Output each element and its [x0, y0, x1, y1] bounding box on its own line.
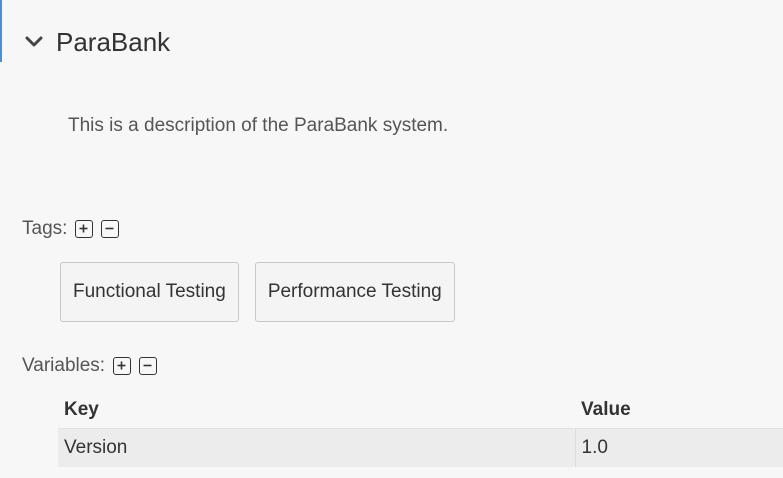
project-panel: ParaBank This is a description of the Pa…	[0, 0, 783, 478]
tag-list: Functional Testing Performance Testing	[60, 262, 455, 322]
minus-icon	[143, 364, 152, 367]
add-tag-button[interactable]	[75, 220, 94, 238]
project-header[interactable]: ParaBank	[24, 22, 170, 62]
column-header-key: Key	[58, 392, 575, 429]
remove-variable-button[interactable]	[139, 357, 158, 375]
variable-value-cell[interactable]: 1.0	[575, 428, 783, 467]
tags-header: Tags:	[22, 218, 127, 240]
project-description: This is a description of the ParaBank sy…	[68, 115, 449, 136]
selection-indicator	[0, 0, 2, 62]
plus-icon	[79, 224, 88, 233]
table-header-row: Key Value	[58, 392, 783, 429]
add-variable-button[interactable]	[113, 357, 132, 375]
remove-tag-button[interactable]	[101, 220, 120, 238]
table-row[interactable]: Version 1.0	[58, 428, 783, 467]
variables-header: Variables:	[22, 355, 165, 377]
project-title: ParaBank	[56, 27, 171, 57]
tag-item[interactable]: Performance Testing	[254, 262, 455, 322]
plus-icon	[117, 361, 126, 370]
chevron-down-icon[interactable]	[24, 32, 44, 52]
tag-item[interactable]: Functional Testing	[60, 262, 239, 322]
tags-label: Tags:	[22, 218, 68, 239]
minus-icon	[105, 227, 114, 230]
column-header-value: Value	[575, 392, 783, 429]
variable-key-cell[interactable]: Version	[58, 428, 576, 467]
variables-table: Key Value Version 1.0	[58, 392, 783, 467]
variables-label: Variables:	[22, 355, 106, 376]
